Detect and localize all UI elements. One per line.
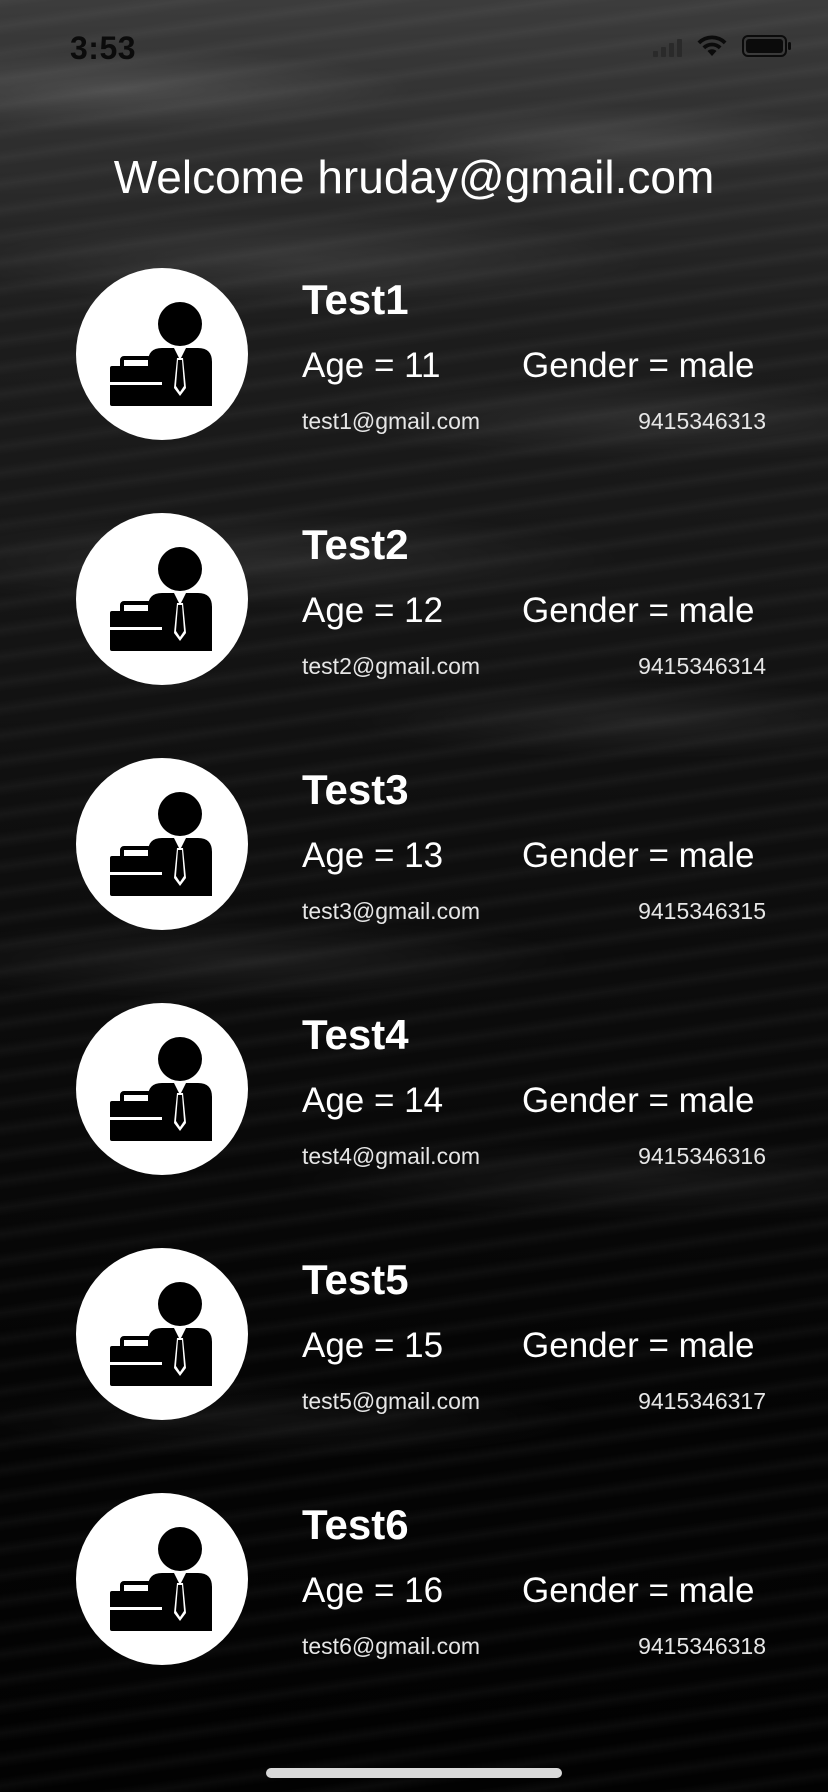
user-age: Age = 15 <box>302 1326 444 1365</box>
avatar <box>76 758 248 930</box>
user-gender: Gender = male <box>522 836 755 875</box>
user-email: test6@gmail.com <box>302 1633 481 1659</box>
user-name: Test5 <box>302 1256 409 1303</box>
businessman-icon <box>110 1282 212 1386</box>
status-time: 3:53 <box>70 30 137 66</box>
businessman-icon <box>110 302 212 406</box>
user-name: Test2 <box>302 521 409 568</box>
user-email: test5@gmail.com <box>302 1388 481 1414</box>
wifi-icon <box>697 35 727 56</box>
avatar <box>76 1493 248 1665</box>
user-gender: Gender = male <box>522 1571 755 1610</box>
user-age: Age = 14 <box>302 1081 444 1120</box>
user-row[interactable]: Test2 Age = 12 Gender = male test2@gmail… <box>0 513 828 758</box>
user-email: test1@gmail.com <box>302 408 481 434</box>
user-age: Age = 12 <box>302 591 444 630</box>
businessman-icon <box>110 1527 212 1631</box>
user-phone: 9415346313 <box>638 408 766 434</box>
user-email: test4@gmail.com <box>302 1143 481 1169</box>
user-name: Test1 <box>302 276 409 323</box>
user-phone: 9415346318 <box>638 1633 766 1659</box>
status-bar: 3:53 <box>0 0 828 100</box>
battery-icon <box>742 35 791 57</box>
status-icons <box>653 34 792 58</box>
user-row[interactable]: Test1 Age = 11 Gender = male test1@gmail… <box>0 268 828 513</box>
user-list[interactable]: Test1 Age = 11 Gender = male test1@gmail… <box>0 268 828 1738</box>
user-phone: 9415346317 <box>638 1388 766 1414</box>
user-phone: 9415346316 <box>638 1143 766 1169</box>
user-row[interactable]: Test3 Age = 13 Gender = male test3@gmail… <box>0 758 828 1003</box>
user-email: test3@gmail.com <box>302 898 481 924</box>
user-email: test2@gmail.com <box>302 653 481 679</box>
avatar <box>76 1248 248 1420</box>
avatar <box>76 268 248 440</box>
user-phone: 9415346314 <box>638 653 766 679</box>
welcome-title: Welcome hruday@gmail.com <box>113 151 715 203</box>
user-age: Age = 16 <box>302 1571 444 1610</box>
user-gender: Gender = male <box>522 346 755 385</box>
user-age: Age = 13 <box>302 836 444 875</box>
avatar <box>76 513 248 685</box>
user-name: Test4 <box>302 1011 409 1058</box>
user-row[interactable]: Test5 Age = 15 Gender = male test5@gmail… <box>0 1248 828 1493</box>
businessman-icon <box>110 1037 212 1141</box>
home-indicator[interactable] <box>266 1768 562 1778</box>
user-age: Age = 11 <box>302 346 441 385</box>
user-phone: 9415346315 <box>638 898 766 924</box>
user-name: Test3 <box>302 766 409 813</box>
user-row[interactable]: Test4 Age = 14 Gender = male test4@gmail… <box>0 1003 828 1248</box>
businessman-icon <box>110 792 212 896</box>
businessman-icon <box>110 547 212 651</box>
user-gender: Gender = male <box>522 1326 755 1365</box>
user-gender: Gender = male <box>522 1081 755 1120</box>
user-row[interactable]: Test6 Age = 16 Gender = male test6@gmail… <box>0 1493 828 1738</box>
signal-icon <box>653 35 682 57</box>
avatar <box>76 1003 248 1175</box>
user-name: Test6 <box>302 1501 409 1548</box>
user-gender: Gender = male <box>522 591 755 630</box>
